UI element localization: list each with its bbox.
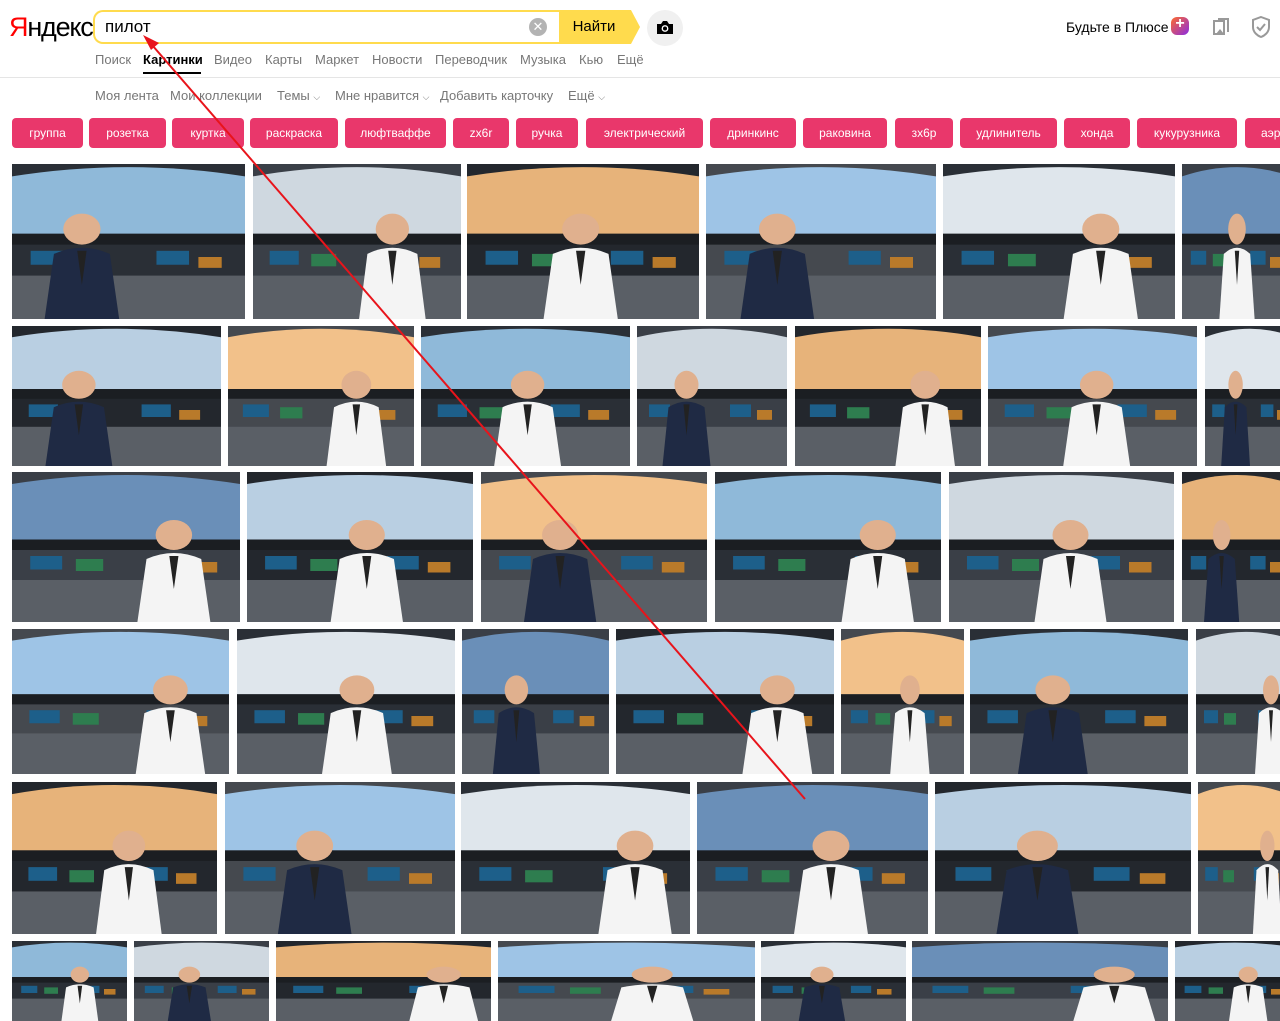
image-thumbnail[interactable] [1205, 326, 1280, 466]
plus-badge-sign: + [1175, 15, 1185, 32]
image-thumbnail[interactable] [498, 941, 755, 1021]
chip[interactable]: раскраска [250, 118, 338, 148]
image-thumbnail[interactable] [134, 941, 269, 1021]
chip[interactable]: раковина [803, 118, 887, 148]
subnav-topics[interactable]: Темы ⌵ [277, 88, 320, 103]
image-thumbnail[interactable] [467, 164, 699, 319]
active-tab-underline [143, 72, 201, 74]
yandex-logo[interactable]: Яндекс [9, 12, 94, 43]
image-thumbnail[interactable] [1182, 472, 1280, 622]
image-thumbnail[interactable] [247, 472, 473, 622]
chip[interactable]: аэр [1245, 118, 1280, 148]
tab-translate[interactable]: Переводчик [435, 52, 507, 67]
header-divider [0, 77, 1280, 78]
chip[interactable]: группа [12, 118, 83, 148]
image-thumbnail[interactable] [12, 782, 217, 934]
image-thumbnail[interactable] [421, 326, 630, 466]
chip[interactable]: зх6р [895, 118, 953, 148]
tab-q[interactable]: Кью [579, 52, 603, 67]
image-thumbnail[interactable] [12, 326, 221, 466]
search-box: ✕ [93, 10, 561, 44]
image-thumbnail[interactable] [1175, 941, 1280, 1021]
image-thumbnail[interactable] [1182, 164, 1280, 319]
image-thumbnail[interactable] [12, 941, 127, 1021]
subnav-liked[interactable]: Мне нравится ⌵ [335, 88, 429, 103]
image-thumbnail[interactable] [12, 472, 240, 622]
image-thumbnail[interactable] [795, 326, 981, 466]
image-thumbnail[interactable] [461, 782, 690, 934]
subnav-add-card[interactable]: Добавить карточку [440, 88, 553, 103]
tab-video[interactable]: Видео [214, 52, 252, 67]
image-thumbnail[interactable] [1196, 629, 1280, 774]
chip[interactable]: хонда [1064, 118, 1130, 148]
tab-more[interactable]: Ещё [617, 52, 644, 67]
search-form: ✕ Найти [93, 10, 640, 44]
logo-letter: Я [9, 12, 29, 42]
subnav-more[interactable]: Ещё ⌵ [568, 88, 605, 103]
chevron-down-icon: ⌵ [598, 92, 606, 102]
image-thumbnail[interactable] [970, 629, 1188, 774]
image-thumbnail[interactable] [1198, 782, 1280, 934]
image-thumbnail[interactable] [616, 629, 834, 774]
image-thumbnail[interactable] [935, 782, 1191, 934]
subnav-more-label: Ещё [568, 88, 595, 103]
subnav-liked-label: Мне нравится [335, 88, 420, 103]
image-thumbnail[interactable] [912, 941, 1168, 1021]
chip[interactable]: удлинитель [960, 118, 1057, 148]
image-thumbnail[interactable] [276, 941, 491, 1021]
subnav-my-collections[interactable]: Мои коллекции [170, 88, 262, 103]
image-thumbnail[interactable] [988, 326, 1197, 466]
tab-poisk[interactable]: Поиск [95, 52, 131, 67]
collections-icon[interactable] [1212, 18, 1230, 36]
chip[interactable]: zx6r [453, 118, 509, 148]
image-thumbnail[interactable] [462, 629, 609, 774]
image-thumbnail[interactable] [225, 782, 455, 934]
chevron-down-icon: ⌵ [422, 92, 430, 102]
image-thumbnail[interactable] [228, 326, 414, 466]
image-thumbnail[interactable] [706, 164, 936, 319]
find-label: Найти [572, 18, 616, 35]
image-thumbnail[interactable] [237, 629, 455, 774]
camera-icon [657, 21, 673, 34]
subnav-topics-label: Темы [277, 88, 310, 103]
logo-text: ндекс [27, 12, 94, 42]
image-thumbnail[interactable] [943, 164, 1175, 319]
image-thumbnail[interactable] [841, 629, 964, 774]
chip[interactable]: ручка [516, 118, 578, 148]
chevron-down-icon: ⌵ [313, 92, 321, 102]
subnav-my-feed[interactable]: Моя лента [95, 88, 159, 103]
search-input[interactable] [105, 12, 515, 42]
tab-maps[interactable]: Карты [265, 52, 302, 67]
find-button[interactable]: Найти [559, 10, 640, 44]
image-thumbnail[interactable] [253, 164, 461, 319]
tab-music[interactable]: Музыка [520, 52, 566, 67]
chip[interactable]: дринкинс [710, 118, 796, 148]
chip[interactable]: розетка [89, 118, 166, 148]
plus-badge[interactable]: + [1171, 15, 1189, 35]
image-thumbnail[interactable] [637, 326, 787, 466]
chip[interactable]: куртка [172, 118, 244, 148]
chip[interactable]: электрический [586, 118, 703, 148]
tab-news[interactable]: Новости [372, 52, 422, 67]
image-thumbnail[interactable] [12, 629, 229, 774]
shield-icon[interactable] [1251, 16, 1271, 38]
image-thumbnail[interactable] [12, 164, 245, 319]
tab-market[interactable]: Маркет [315, 52, 359, 67]
image-thumbnail[interactable] [481, 472, 707, 622]
image-thumbnail[interactable] [697, 782, 928, 934]
plus-link[interactable]: Будьте в Плюсе [1066, 19, 1169, 35]
clear-icon[interactable]: ✕ [529, 18, 547, 36]
image-thumbnail[interactable] [761, 941, 906, 1021]
image-thumbnail[interactable] [949, 472, 1174, 622]
chip[interactable]: кукурузника [1137, 118, 1237, 148]
tab-images[interactable]: Картинки [143, 52, 203, 67]
chip[interactable]: люфтваффе [345, 118, 446, 148]
camera-button[interactable] [647, 10, 683, 46]
image-thumbnail[interactable] [715, 472, 941, 622]
